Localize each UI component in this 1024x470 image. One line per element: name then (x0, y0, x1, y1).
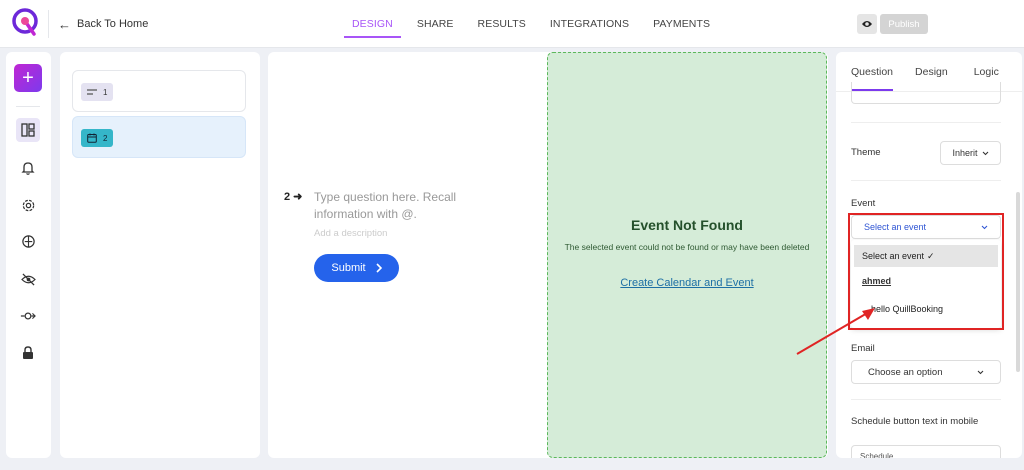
block-number: 1 (103, 87, 108, 97)
publish-button[interactable]: Publish (880, 14, 928, 34)
question-title-input[interactable]: Type question here. Recall information w… (314, 189, 464, 223)
block-chip-2: 2 (81, 129, 114, 147)
previous-field-input[interactable] (851, 82, 1001, 104)
event-label: Event (851, 198, 876, 209)
schedule-button-label: Schedule button text in mobile (851, 416, 979, 427)
tab-payments[interactable]: PAYMENTS (641, 0, 722, 48)
arrow-right-icon: ➜ (293, 191, 303, 203)
create-calendar-link[interactable]: Create Calendar and Event (548, 277, 826, 289)
layout-icon[interactable] (16, 118, 40, 142)
schedule-button-input[interactable]: Schedule (851, 445, 1001, 458)
tab-integrations[interactable]: INTEGRATIONS (538, 0, 641, 48)
submit-button[interactable]: Submit (314, 254, 399, 282)
eye-off-icon[interactable] (16, 267, 40, 291)
chevron-right-icon (376, 263, 382, 273)
theme-select[interactable]: Inherit (940, 141, 1001, 165)
settings-scrollbar[interactable] (1016, 192, 1020, 372)
theme-label: Theme (851, 147, 881, 158)
calendar-icon (87, 133, 97, 143)
back-label: Back To Home (77, 18, 149, 30)
chevron-down-icon (977, 370, 984, 374)
block-item-1[interactable]: 1 (72, 70, 246, 112)
email-select-value: Choose an option (868, 366, 943, 378)
top-divider (48, 10, 49, 38)
event-not-found-title: Event Not Found (631, 217, 743, 233)
left-icon-rail: + (6, 52, 51, 458)
top-bar: ← Back To Home DESIGN SHARE RESULTS INTE… (0, 0, 1024, 48)
submit-label: Submit (331, 262, 366, 274)
event-not-found-message: The selected event could not be found or… (564, 242, 810, 252)
section-divider (851, 122, 1001, 123)
email-label: Email (851, 343, 875, 354)
settings-panel: Question Design Logic Theme Inherit Even… (836, 52, 1022, 458)
tab-design[interactable]: DESIGN (340, 0, 405, 48)
rail-divider (16, 106, 40, 107)
app-logo-icon[interactable] (12, 8, 38, 38)
tab-share[interactable]: SHARE (405, 0, 466, 48)
theme-value: Inherit (952, 148, 978, 158)
question-number-text: 2 (284, 190, 291, 203)
eye-icon (862, 21, 872, 27)
event-not-found-panel: Event Not Found The selected event could… (547, 52, 827, 458)
gear-icon[interactable] (16, 193, 40, 217)
commit-icon[interactable] (16, 304, 40, 328)
section-divider (851, 399, 1001, 400)
form-canvas: 2 ➜ Type question here. Recall informati… (268, 52, 828, 458)
question-description-input[interactable]: Add a description (314, 228, 387, 239)
block-item-2[interactable]: 2 (72, 116, 246, 158)
main-tabs: DESIGN SHARE RESULTS INTEGRATIONS PAYMEN… (340, 0, 722, 48)
arrow-left-icon: ← (58, 16, 71, 32)
email-select[interactable]: Choose an option (851, 360, 1001, 384)
plus-icon: + (22, 67, 34, 89)
tab-results[interactable]: RESULTS (466, 0, 538, 48)
chevron-down-icon (982, 151, 988, 155)
question-number: 2 ➜ (284, 190, 303, 204)
block-number: 2 (103, 133, 108, 143)
add-block-button[interactable]: + (14, 64, 42, 92)
section-divider (851, 180, 1001, 181)
back-to-home-link[interactable]: ← Back To Home (58, 16, 149, 32)
short-text-icon (87, 88, 97, 95)
preview-button[interactable] (857, 14, 877, 34)
blocks-list: 1 2 (60, 52, 260, 458)
lock-icon[interactable] (16, 341, 40, 365)
annotation-highlight-box (848, 213, 1004, 330)
logic-icon[interactable] (16, 229, 40, 253)
block-chip-1: 1 (81, 83, 114, 101)
bell-icon[interactable] (16, 156, 40, 180)
